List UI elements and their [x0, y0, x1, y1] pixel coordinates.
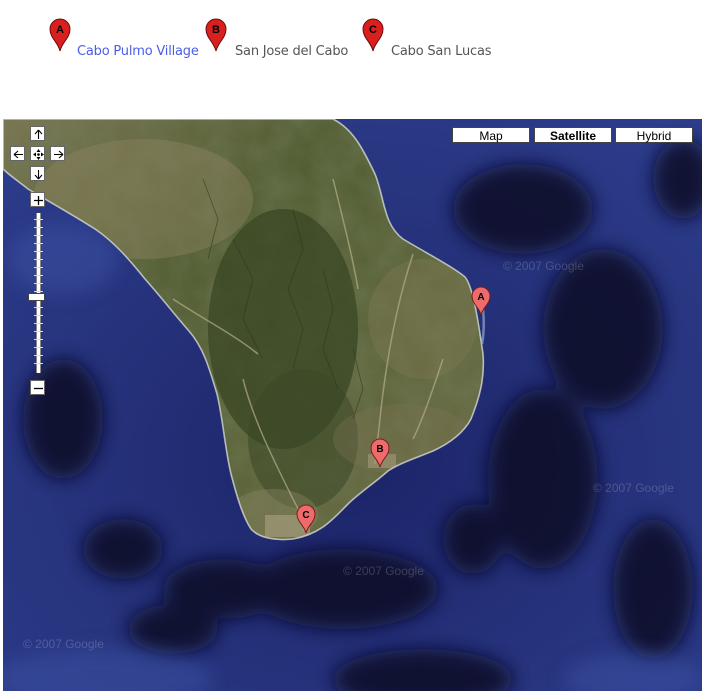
pan-right-button[interactable] [50, 146, 65, 161]
legend-label-cabo-pulmo[interactable]: Cabo Pulmo Village [77, 44, 199, 59]
pan-center-button[interactable] [30, 146, 45, 161]
legend-label-san-jose: San Jose del Cabo [235, 44, 349, 59]
svg-text:A: A [56, 24, 64, 36]
minus-icon [34, 387, 43, 390]
svg-text:B: B [212, 24, 220, 36]
arrow-up-icon [34, 129, 43, 139]
arrow-down-icon [34, 170, 43, 180]
imagery-watermark: © 2007 Google [503, 259, 584, 273]
marker-pin-icon: B [370, 438, 390, 468]
svg-text:B: B [376, 444, 383, 455]
map-type-map-button[interactable]: Map [452, 127, 530, 143]
imagery-watermark: © 2007 Google [343, 564, 424, 578]
marker-pin-icon: C [296, 504, 316, 534]
recenter-icon [33, 149, 44, 160]
location-legend: A Cabo Pulmo Village B San Jose del Cabo… [0, 0, 702, 118]
pan-left-button[interactable] [10, 146, 25, 161]
imagery-watermark: © 2007 Google [23, 637, 104, 651]
satellite-map[interactable]: © 2007 Google © 2007 Google © 2007 Googl… [3, 119, 702, 691]
legend-label-cabo-san-lucas: Cabo San Lucas [391, 44, 492, 59]
arrow-left-icon [13, 150, 23, 159]
map-marker-c[interactable]: C [296, 504, 316, 534]
marker-pin-icon: C [362, 18, 384, 52]
arrow-right-icon [54, 150, 64, 159]
svg-text:C: C [302, 510, 309, 521]
pan-up-button[interactable] [30, 126, 45, 141]
zoom-in-button[interactable] [30, 192, 45, 207]
zoom-slider-handle[interactable] [28, 293, 45, 301]
svg-text:C: C [369, 24, 377, 36]
zoom-out-button[interactable] [30, 380, 45, 395]
map-marker-a[interactable]: A [471, 286, 491, 316]
map-type-satellite-button[interactable]: Satellite [534, 127, 612, 143]
pan-down-button[interactable] [30, 166, 45, 181]
marker-pin-icon: B [205, 18, 227, 52]
plus-icon [34, 196, 43, 205]
map-imagery[interactable] [3, 119, 702, 691]
svg-text:A: A [477, 292, 484, 303]
map-marker-b[interactable]: B [370, 438, 390, 468]
imagery-watermark: © 2007 Google [593, 481, 674, 495]
marker-pin-icon: A [471, 286, 491, 316]
marker-pin-icon: A [49, 18, 71, 52]
map-type-hybrid-button[interactable]: Hybrid [615, 127, 693, 143]
